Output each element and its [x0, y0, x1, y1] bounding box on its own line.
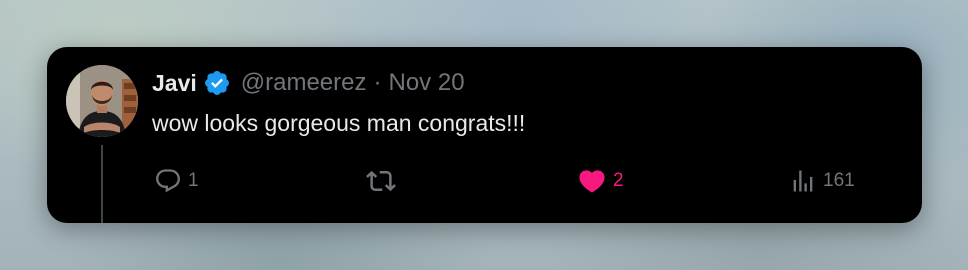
views-button[interactable]: 161 — [789, 163, 855, 199]
tweet-text: wow looks gorgeous man congrats!!! — [152, 110, 526, 136]
reply-count: 1 — [188, 170, 199, 191]
tweet-header: Javi @rameerez · Nov 20 — [152, 67, 465, 99]
views-count: 161 — [823, 170, 855, 191]
author-name[interactable]: Javi — [152, 70, 197, 97]
retweet-icon — [366, 166, 396, 196]
views-icon — [789, 167, 817, 195]
avatar[interactable] — [66, 65, 138, 137]
verified-badge-icon — [203, 69, 231, 97]
reply-button[interactable]: 1 — [154, 163, 199, 199]
separator-dot: · — [373, 69, 382, 96]
like-button[interactable]: 2 — [577, 163, 624, 199]
retweet-button[interactable] — [366, 163, 402, 199]
like-count: 2 — [613, 170, 624, 191]
tweet-date[interactable]: Nov 20 — [389, 69, 465, 97]
tweet-card[interactable]: Javi @rameerez · Nov 20 wow looks gorgeo… — [47, 47, 922, 223]
reply-icon — [154, 167, 182, 195]
author-handle[interactable]: @rameerez — [241, 69, 367, 97]
heart-icon — [577, 166, 607, 196]
thread-line — [101, 145, 103, 223]
